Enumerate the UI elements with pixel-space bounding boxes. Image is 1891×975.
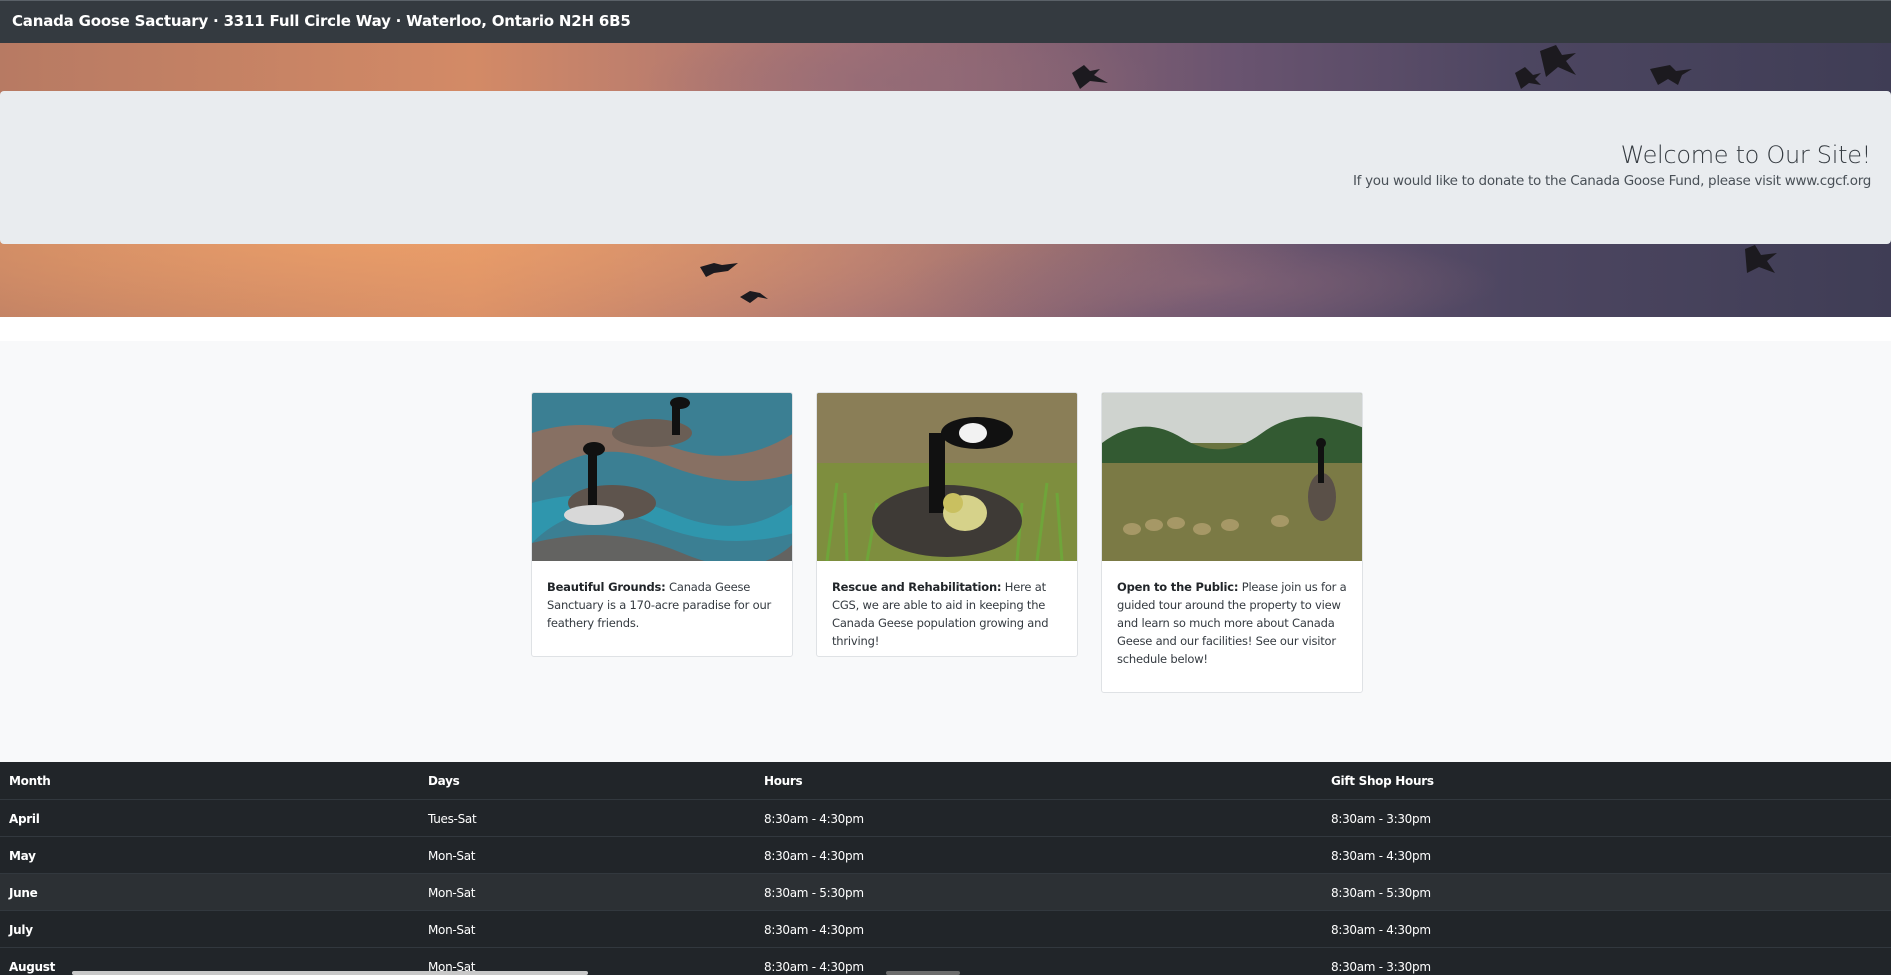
table-header-row: Month Days Hours Gift Shop Hours <box>0 762 1891 799</box>
horizontal-scrollbar-thumb[interactable] <box>886 971 960 975</box>
column-header-month: Month <box>9 774 51 788</box>
column-header-hours: Hours <box>764 774 803 788</box>
row-month: April <box>9 812 40 826</box>
row-hours: 8:30am - 4:30pm <box>764 923 864 937</box>
goose-family-field-photo <box>1102 393 1362 561</box>
row-gift-shop-hours: 8:30am - 5:30pm <box>1331 886 1431 900</box>
features-section: Beautiful Grounds: Canada Geese Sanctuar… <box>0 341 1891 762</box>
row-month: May <box>9 849 36 863</box>
column-header-days: Days <box>428 774 460 788</box>
donate-message: If you would like to donate to the Canad… <box>1352 173 1871 189</box>
card-rescue-rehabilitation: Rescue and Rehabilitation: Here at CGS, … <box>816 392 1078 657</box>
row-gift-shop-hours: 8:30am - 4:30pm <box>1331 923 1431 937</box>
row-days: Mon-Sat <box>428 886 476 900</box>
table-row: July Mon-Sat 8:30am - 4:30pm 8:30am - 4:… <box>0 910 1891 947</box>
geese-swimming-photo <box>532 393 792 561</box>
horizontal-scrollbar[interactable] <box>72 971 588 975</box>
row-gift-shop-hours: 8:30am - 4:30pm <box>1331 849 1431 863</box>
column-header-gift-shop-hours: Gift Shop Hours <box>1331 774 1434 788</box>
row-month: August <box>9 960 56 974</box>
welcome-jumbotron: Welcome to Our Site! If you would like t… <box>0 91 1891 244</box>
row-hours: 8:30am - 4:30pm <box>764 849 864 863</box>
card-beautiful-grounds: Beautiful Grounds: Canada Geese Sanctuar… <box>531 392 793 657</box>
goose-with-gosling-photo <box>817 393 1077 561</box>
row-hours: 8:30am - 5:30pm <box>764 886 864 900</box>
row-month: June <box>9 886 38 900</box>
row-days: Tues-Sat <box>428 812 477 826</box>
table-row: June Mon-Sat 8:30am - 5:30pm 8:30am - 5:… <box>0 873 1891 910</box>
row-hours: 8:30am - 4:30pm <box>764 960 864 974</box>
card-open-to-public: Open to the Public: Please join us for a… <box>1101 392 1363 693</box>
card-title: Rescue and Rehabilitation: <box>832 580 1002 594</box>
row-month: July <box>9 923 33 937</box>
row-gift-shop-hours: 8:30am - 3:30pm <box>1331 812 1431 826</box>
card-title: Beautiful Grounds: <box>547 580 666 594</box>
top-navbar: Canada Goose Sactuary · 3311 Full Circle… <box>0 0 1891 43</box>
row-hours: 8:30am - 4:30pm <box>764 812 864 826</box>
card-title: Open to the Public: <box>1117 580 1239 594</box>
welcome-heading: Welcome to Our Site! <box>1620 141 1872 169</box>
navbar-brand[interactable]: Canada Goose Sactuary · 3311 Full Circle… <box>12 12 631 30</box>
table-row: May Mon-Sat 8:30am - 4:30pm 8:30am - 4:3… <box>0 836 1891 873</box>
row-gift-shop-hours: 8:30am - 3:30pm <box>1331 960 1431 974</box>
table-row: April Tues-Sat 8:30am - 4:30pm 8:30am - … <box>0 799 1891 836</box>
row-days: Mon-Sat <box>428 849 476 863</box>
hero-banner: Welcome to Our Site! If you would like t… <box>0 43 1891 317</box>
row-days: Mon-Sat <box>428 923 476 937</box>
visitor-schedule-table: Month Days Hours Gift Shop Hours April T… <box>0 762 1891 975</box>
